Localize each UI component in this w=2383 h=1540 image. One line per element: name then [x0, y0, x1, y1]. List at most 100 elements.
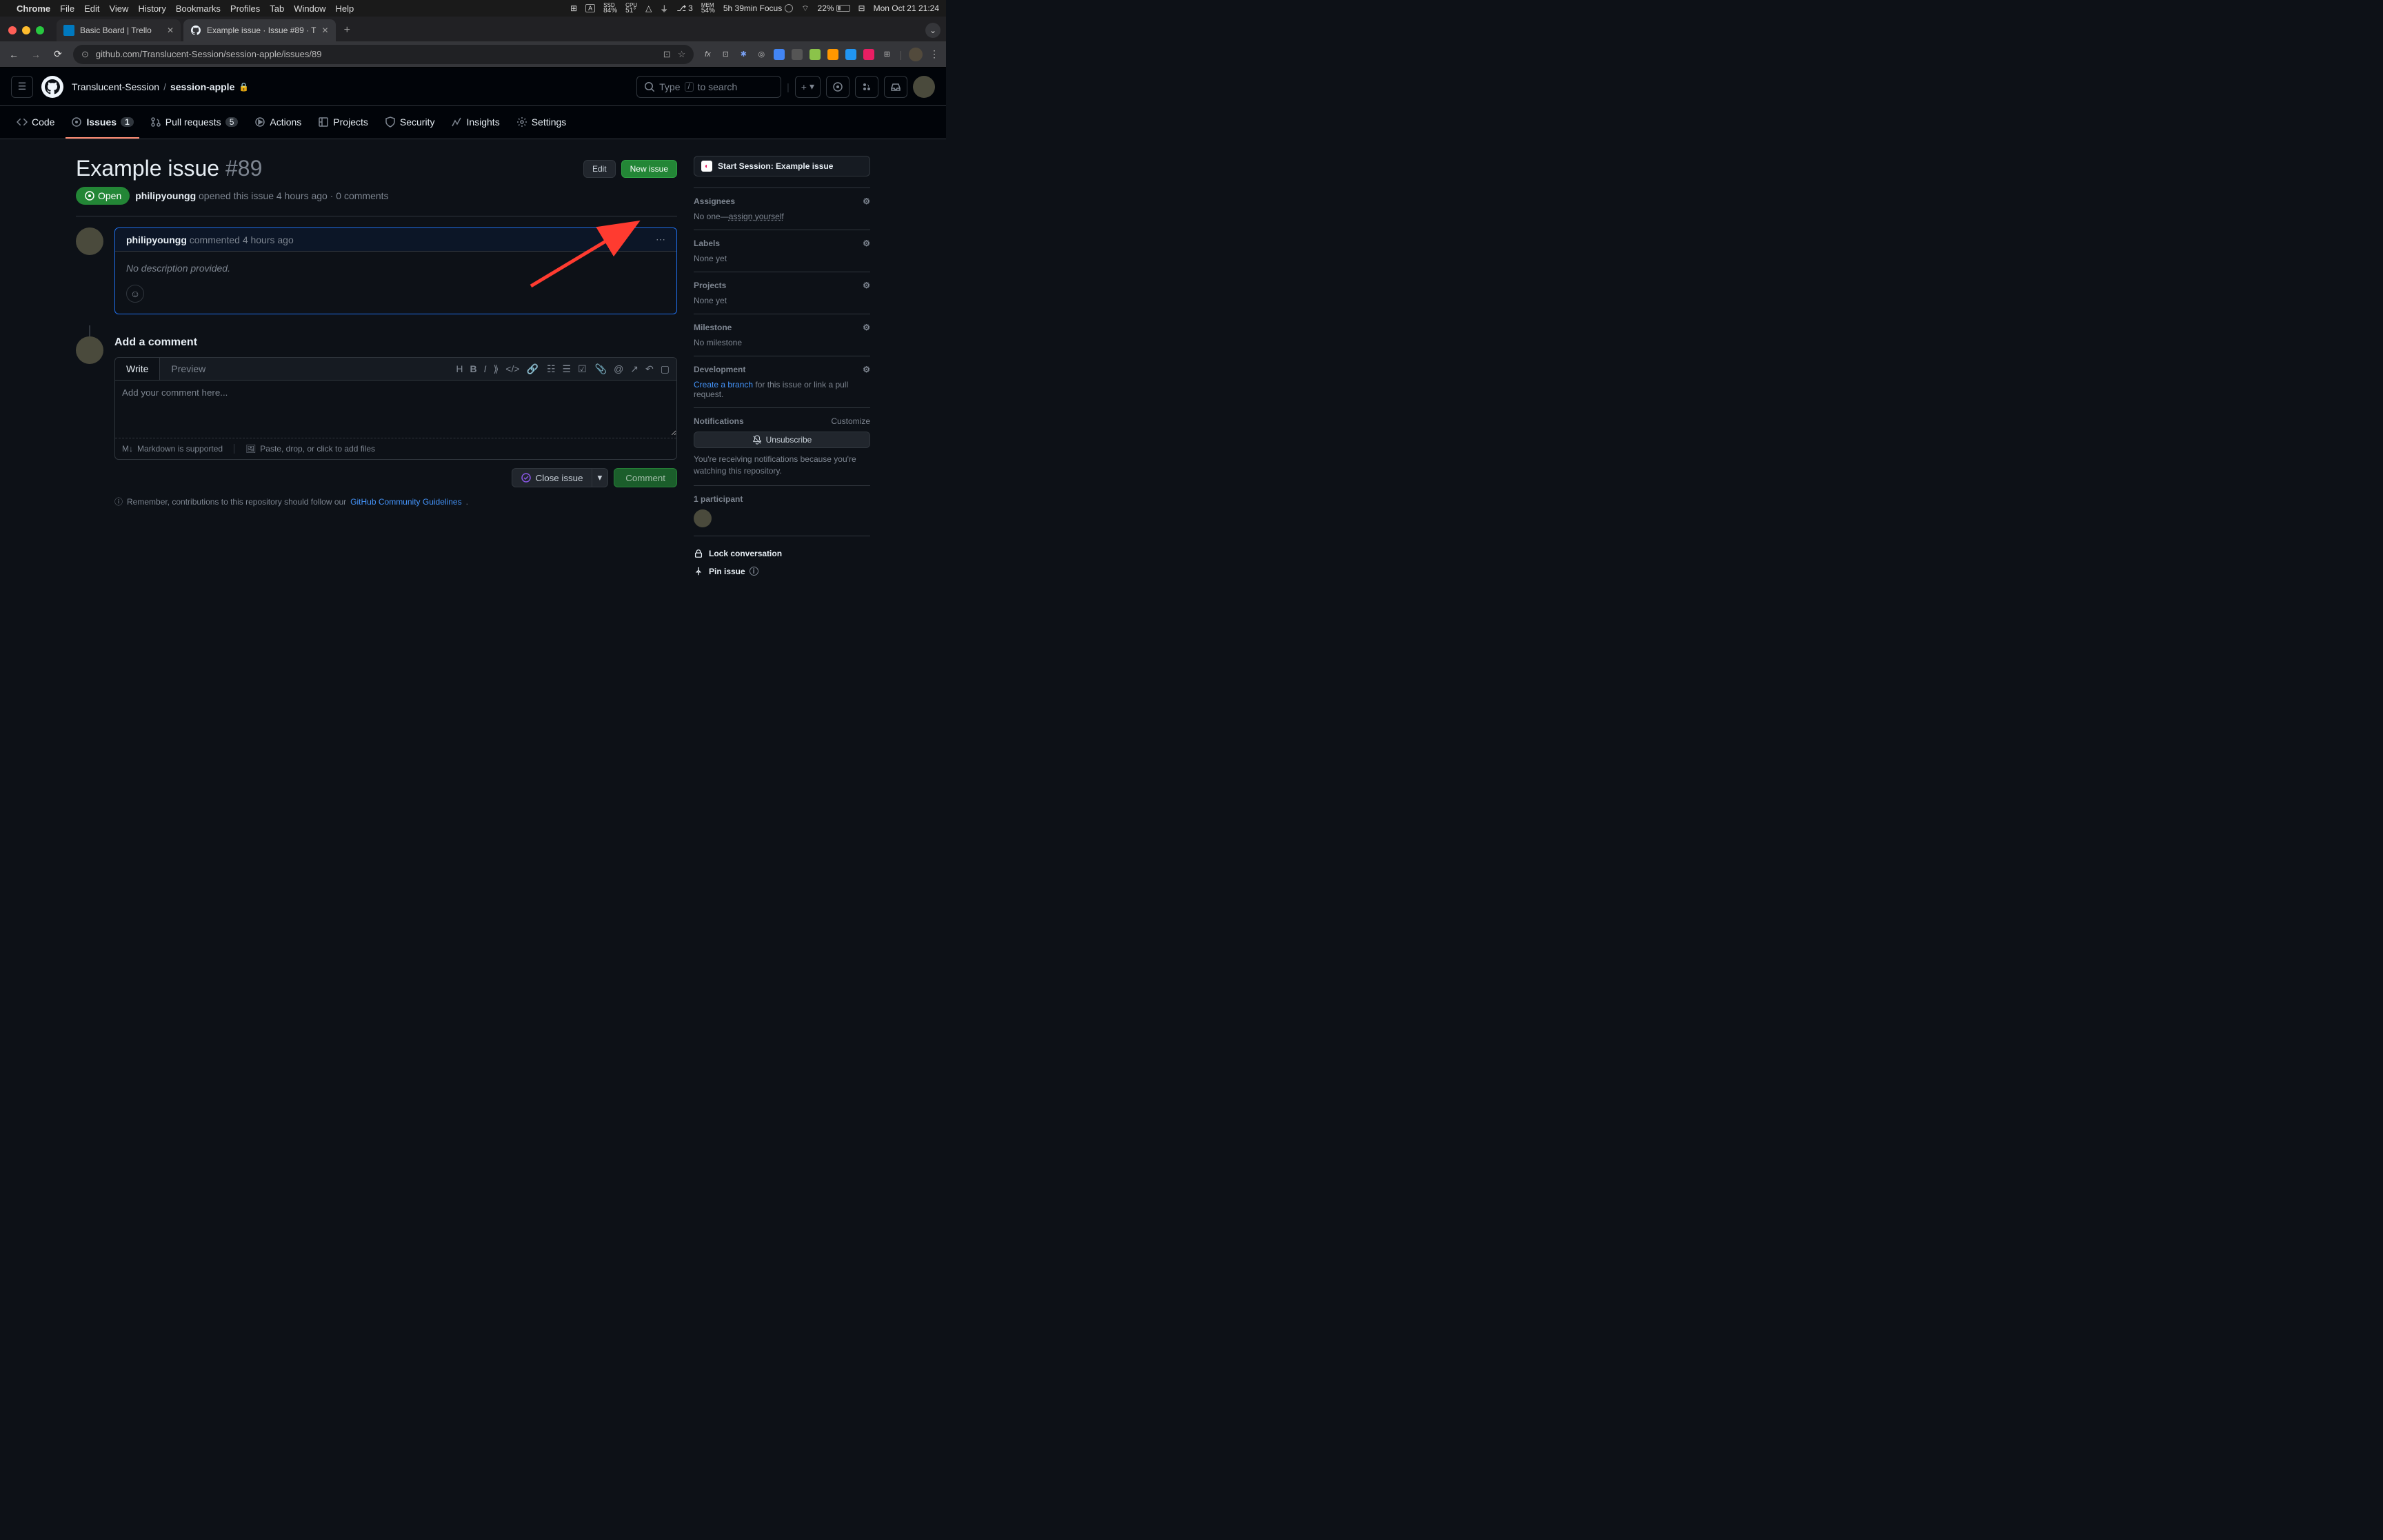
- ext-3-icon[interactable]: ✱: [738, 49, 749, 60]
- control-center-icon[interactable]: ⊟: [858, 3, 865, 13]
- link-icon[interactable]: 🔗: [527, 363, 539, 375]
- task-list-icon[interactable]: ☑: [578, 363, 587, 375]
- inbox-button[interactable]: [884, 76, 907, 98]
- comment-time[interactable]: 4 hours ago: [243, 234, 294, 245]
- heading-icon[interactable]: H: [456, 363, 463, 375]
- menu-window[interactable]: Window: [294, 3, 325, 14]
- pull-requests-header-button[interactable]: [855, 76, 878, 98]
- tab-github-issue[interactable]: Example issue · Issue #89 · T ✕: [183, 19, 336, 41]
- menu-edit[interactable]: Edit: [84, 3, 99, 14]
- active-app[interactable]: Chrome: [17, 3, 50, 14]
- gear-icon[interactable]: ⚙: [863, 196, 870, 206]
- tab-preview[interactable]: Preview: [160, 358, 217, 380]
- menu-history[interactable]: History: [138, 3, 165, 14]
- screen-icon[interactable]: ⏚: [660, 3, 668, 14]
- new-issue-button[interactable]: New issue: [621, 160, 677, 178]
- tab-overview-button[interactable]: ⌄: [925, 23, 941, 38]
- minimize-window-icon[interactable]: [22, 26, 30, 34]
- nav-security[interactable]: Security: [379, 107, 441, 139]
- site-settings-icon[interactable]: ⊙: [81, 49, 89, 60]
- code-icon[interactable]: </>: [505, 363, 519, 375]
- chrome-menu-icon[interactable]: ⋮: [929, 48, 939, 60]
- menu-tab[interactable]: Tab: [270, 3, 284, 14]
- start-session-button[interactable]: ◐ Start Session: Example issue: [694, 156, 870, 176]
- guidelines-link[interactable]: GitHub Community Guidelines: [350, 497, 461, 507]
- issues-header-button[interactable]: [826, 76, 849, 98]
- bold-icon[interactable]: B: [470, 363, 476, 375]
- comment-author-avatar[interactable]: [76, 227, 103, 255]
- keyboard-icon[interactable]: A: [585, 4, 595, 12]
- bookmark-star-icon[interactable]: ☆: [678, 49, 686, 60]
- ul-list-icon[interactable]: ☰: [563, 363, 572, 375]
- slash-command-icon[interactable]: ▢: [661, 363, 670, 375]
- menu-file[interactable]: File: [60, 3, 74, 14]
- install-app-icon[interactable]: ⊡: [663, 49, 671, 60]
- window-controls[interactable]: [8, 26, 44, 34]
- menu-view[interactable]: View: [109, 3, 128, 14]
- nav-actions[interactable]: Actions: [249, 107, 307, 139]
- close-tab-icon[interactable]: ✕: [167, 26, 174, 35]
- close-tab-icon[interactable]: ✕: [322, 26, 329, 35]
- nav-pull-requests[interactable]: Pull requests5: [145, 107, 244, 139]
- mention-icon[interactable]: @: [614, 363, 623, 375]
- ext-6-icon[interactable]: [792, 49, 803, 60]
- back-button[interactable]: ←: [7, 49, 21, 60]
- reload-button[interactable]: ⟳: [51, 48, 65, 60]
- gear-icon[interactable]: ⚙: [863, 281, 870, 290]
- reference-icon[interactable]: ↗: [630, 363, 639, 375]
- gear-icon[interactable]: ⚙: [863, 323, 870, 332]
- tab-write[interactable]: Write: [115, 358, 160, 380]
- info-icon[interactable]: i: [750, 567, 758, 576]
- wifi-icon[interactable]: ⌔: [801, 3, 809, 14]
- repo-link[interactable]: session-apple: [170, 81, 234, 92]
- address-bar[interactable]: ⊙ github.com/Translucent-Session/session…: [73, 45, 694, 64]
- markdown-supported[interactable]: M↓Markdown is supported: [122, 444, 223, 454]
- gear-icon[interactable]: ⚙: [863, 365, 870, 374]
- menu-bookmarks[interactable]: Bookmarks: [176, 3, 221, 14]
- github-search[interactable]: Type / to search: [636, 76, 781, 98]
- participant-avatar[interactable]: [694, 509, 712, 527]
- edit-button[interactable]: Edit: [583, 160, 616, 178]
- nav-issues[interactable]: Issues1: [66, 107, 139, 139]
- pr-menu-icon[interactable]: ⎇ 3: [676, 3, 693, 13]
- close-issue-dropdown[interactable]: ▾: [592, 468, 609, 487]
- create-new-button[interactable]: +▾: [795, 76, 821, 98]
- nav-settings[interactable]: Settings: [511, 107, 572, 139]
- italic-icon[interactable]: I: [484, 363, 487, 375]
- battery-status[interactable]: 22%: [818, 3, 850, 13]
- gear-icon[interactable]: ⚙: [863, 239, 870, 248]
- nav-projects[interactable]: Projects: [312, 107, 374, 139]
- ol-list-icon[interactable]: ☷: [547, 363, 556, 375]
- unsubscribe-button[interactable]: Unsubscribe: [694, 432, 870, 448]
- comment-button[interactable]: Comment: [614, 468, 677, 487]
- add-reaction-button[interactable]: ☺: [126, 285, 144, 303]
- tab-trello[interactable]: Basic Board | Trello ✕: [57, 19, 181, 41]
- close-issue-button[interactable]: Close issue: [512, 468, 592, 487]
- comment-author[interactable]: philipyoungg: [126, 234, 187, 245]
- menu-help[interactable]: Help: [336, 3, 354, 14]
- forward-button[interactable]: →: [29, 49, 43, 60]
- reply-icon[interactable]: ↶: [645, 363, 654, 375]
- ext-1-icon[interactable]: fx: [702, 49, 713, 60]
- assign-yourself-link[interactable]: assign yourself: [729, 212, 784, 221]
- extensions-puzzle-icon[interactable]: ⊞: [881, 49, 892, 60]
- author-link[interactable]: philipyoungg: [135, 190, 196, 201]
- chrome-profile-avatar[interactable]: [909, 48, 923, 61]
- ext-8-icon[interactable]: [827, 49, 838, 60]
- datetime[interactable]: Mon Oct 21 21:24: [874, 3, 939, 13]
- attach-icon[interactable]: 📎: [595, 363, 607, 375]
- maximize-window-icon[interactable]: [36, 26, 44, 34]
- nav-code[interactable]: Code: [11, 107, 60, 139]
- attach-files[interactable]: 🖼Paste, drop, or click to add files: [245, 444, 375, 454]
- ext-7-icon[interactable]: [810, 49, 821, 60]
- customize-link[interactable]: Customize: [831, 416, 870, 426]
- pin-issue-button[interactable]: Pin issue i: [694, 563, 870, 580]
- comment-textarea[interactable]: [115, 381, 676, 436]
- nav-insights[interactable]: Insights: [445, 107, 505, 139]
- focus-status[interactable]: 5h 39min Focus: [723, 3, 793, 13]
- user-avatar[interactable]: [913, 76, 935, 98]
- nav-menu-button[interactable]: ☰: [11, 76, 33, 98]
- grid-icon[interactable]: ⊞: [570, 3, 577, 13]
- create-branch-link[interactable]: Create a branch: [694, 380, 753, 389]
- close-window-icon[interactable]: [8, 26, 17, 34]
